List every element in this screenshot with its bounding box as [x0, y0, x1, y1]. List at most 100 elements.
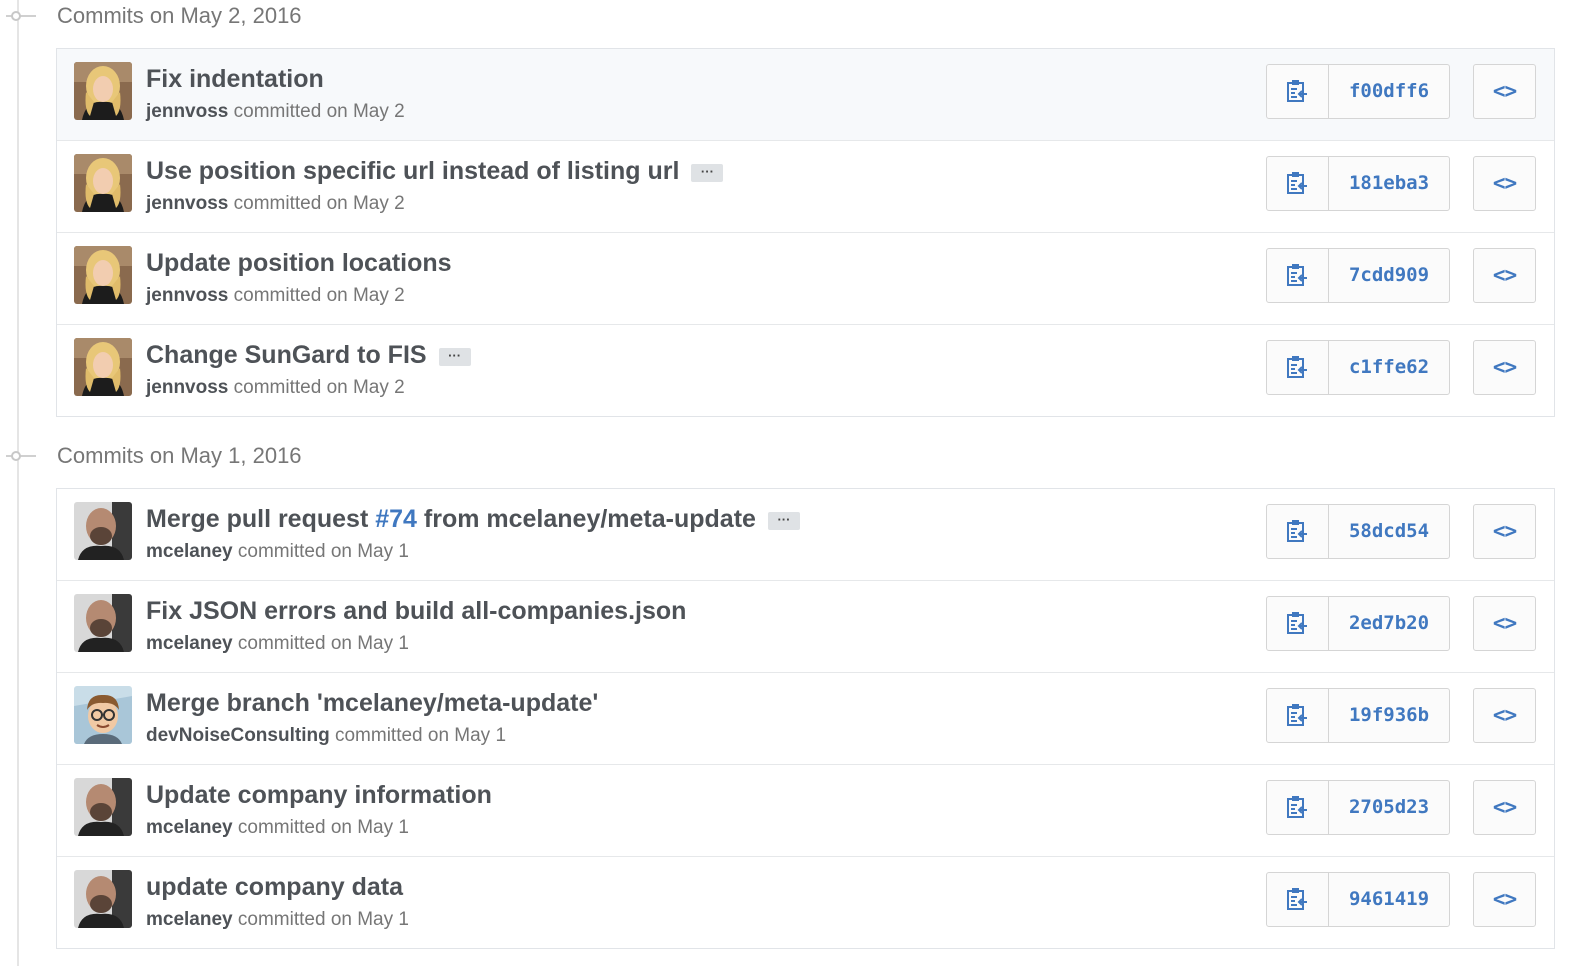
- committed-date: committed on May 1: [329, 725, 507, 746]
- commit-message: Merge pull request #74 from mcelaney/met…: [146, 504, 800, 534]
- browse-files-button[interactable]: <>: [1473, 688, 1536, 743]
- copy-sha-button[interactable]: [1267, 65, 1329, 118]
- commit-sha-link[interactable]: 2705d23: [1329, 781, 1449, 834]
- commit-row: Fix JSON errors and build all-companies.…: [57, 580, 1554, 672]
- author-link[interactable]: mcelaney: [146, 909, 233, 930]
- copy-sha-button[interactable]: [1267, 873, 1329, 926]
- author-link[interactable]: devNoiseConsulting: [146, 725, 330, 746]
- code-icon: <>: [1492, 795, 1517, 819]
- browse-files-button[interactable]: <>: [1473, 248, 1536, 303]
- commit-meta: mcelaney committed on May 1: [146, 540, 409, 564]
- commit-message: Change SunGard to FIS ···: [146, 340, 471, 370]
- commit-row: Merge pull request #74 from mcelaney/met…: [57, 489, 1554, 580]
- commit-message-text[interactable]: Fix JSON errors and build all-companies.…: [146, 597, 686, 625]
- ellipsis-icon[interactable]: ···: [438, 348, 471, 366]
- committed-date: committed on May 2: [228, 285, 405, 306]
- avatar[interactable]: [74, 870, 132, 928]
- commit-sha-link[interactable]: 9461419: [1329, 873, 1449, 926]
- commit-message-text[interactable]: Fix indentation: [146, 65, 324, 93]
- commit-message: Use position specific url instead of lis…: [146, 156, 724, 186]
- sha-button-group: 19f936b: [1266, 688, 1450, 743]
- code-icon: <>: [1492, 263, 1517, 287]
- committed-date: committed on May 1: [232, 909, 409, 930]
- commit-message: Update company information: [146, 780, 492, 810]
- commit-meta: jennvoss committed on May 2: [146, 284, 405, 308]
- commit-group-title: Commits on May 1, 2016: [57, 443, 302, 468]
- avatar[interactable]: [74, 502, 132, 560]
- author-link[interactable]: jennvoss: [146, 193, 228, 214]
- commit-meta: devNoiseConsulting committed on May 1: [146, 724, 506, 748]
- avatar[interactable]: [74, 62, 132, 120]
- commit-row: update company data mcelaney committed on…: [57, 856, 1554, 948]
- avatar[interactable]: [74, 154, 132, 212]
- commit-message-text[interactable]: Merge pull request: [146, 505, 375, 533]
- copy-sha-button[interactable]: [1267, 341, 1329, 394]
- commit-group-icon: [6, 9, 36, 23]
- commit-message-text[interactable]: Merge branch 'mcelaney/meta-update': [146, 689, 598, 717]
- author-link[interactable]: mcelaney: [146, 541, 233, 562]
- browse-files-button[interactable]: <>: [1473, 156, 1536, 211]
- commit-message-text[interactable]: Change SunGard to FIS: [146, 341, 427, 369]
- avatar[interactable]: [74, 246, 132, 304]
- commit-meta: mcelaney committed on May 1: [146, 816, 409, 840]
- browse-files-button[interactable]: <>: [1473, 340, 1536, 395]
- copy-sha-button[interactable]: [1267, 249, 1329, 302]
- avatar[interactable]: [74, 594, 132, 652]
- browse-files-button[interactable]: <>: [1473, 872, 1536, 927]
- code-icon: <>: [1492, 519, 1517, 543]
- copy-sha-button[interactable]: [1267, 157, 1329, 210]
- commit-sha-link[interactable]: 2ed7b20: [1329, 597, 1449, 650]
- sha-button-group: c1ffe62: [1266, 340, 1450, 395]
- committed-date: committed on May 1: [232, 541, 409, 562]
- commit-group-title: Commits on May 2, 2016: [57, 3, 302, 28]
- author-link[interactable]: jennvoss: [146, 377, 228, 398]
- copy-sha-button[interactable]: [1267, 781, 1329, 834]
- sha-button-group: 7cdd909: [1266, 248, 1450, 303]
- commit-row: Use position specific url instead of lis…: [57, 140, 1554, 232]
- browse-files-button[interactable]: <>: [1473, 780, 1536, 835]
- issue-link[interactable]: #74: [375, 505, 417, 533]
- commit-list: Merge pull request #74 from mcelaney/met…: [56, 488, 1555, 949]
- browse-files-button[interactable]: <>: [1473, 504, 1536, 559]
- commit-message-text[interactable]: Use position specific url instead of lis…: [146, 157, 679, 185]
- commit-sha-link[interactable]: 7cdd909: [1329, 249, 1449, 302]
- commit-message-text[interactable]: Update position locations: [146, 249, 452, 277]
- commit-message-text[interactable]: Update company information: [146, 781, 492, 809]
- commit-sha-link[interactable]: c1ffe62: [1329, 341, 1449, 394]
- author-link[interactable]: jennvoss: [146, 285, 228, 306]
- copy-sha-button[interactable]: [1267, 689, 1329, 742]
- copy-sha-button[interactable]: [1267, 505, 1329, 558]
- commit-sha-link[interactable]: 181eba3: [1329, 157, 1449, 210]
- commit-timeline: Commits on May 2, 2016 Fix indentation je…: [0, 0, 1574, 966]
- ellipsis-icon[interactable]: ···: [767, 512, 800, 530]
- author-link[interactable]: jennvoss: [146, 101, 228, 122]
- author-link[interactable]: mcelaney: [146, 633, 233, 654]
- code-icon: <>: [1492, 355, 1517, 379]
- commit-meta: mcelaney committed on May 1: [146, 632, 409, 656]
- commit-row: Update company information mcelaney commi…: [57, 764, 1554, 856]
- commit-message-text[interactable]: update company data: [146, 873, 403, 901]
- commit-list: Fix indentation jennvoss committed on May…: [56, 48, 1555, 417]
- sha-button-group: 2705d23: [1266, 780, 1450, 835]
- avatar[interactable]: [74, 338, 132, 396]
- commit-meta: jennvoss committed on May 2: [146, 192, 405, 216]
- copy-sha-button[interactable]: [1267, 597, 1329, 650]
- browse-files-button[interactable]: <>: [1473, 64, 1536, 119]
- committed-date: committed on May 2: [228, 101, 405, 122]
- commit-sha-link[interactable]: 58dcd54: [1329, 505, 1449, 558]
- sha-button-group: 58dcd54: [1266, 504, 1450, 559]
- commit-row: Update position locations jennvoss commit…: [57, 232, 1554, 324]
- commit-sha-link[interactable]: 19f936b: [1329, 689, 1449, 742]
- browse-files-button[interactable]: <>: [1473, 596, 1536, 651]
- commit-meta: jennvoss committed on May 2: [146, 100, 405, 124]
- commit-sha-link[interactable]: f00dff6: [1329, 65, 1449, 118]
- commit-message-text[interactable]: from mcelaney/meta-update: [417, 505, 756, 533]
- commit-meta: mcelaney committed on May 1: [146, 908, 409, 932]
- commit-message: Fix JSON errors and build all-companies.…: [146, 596, 686, 626]
- avatar[interactable]: [74, 686, 132, 744]
- ellipsis-icon[interactable]: ···: [691, 164, 724, 182]
- avatar[interactable]: [74, 778, 132, 836]
- author-link[interactable]: mcelaney: [146, 817, 233, 838]
- commit-message: Fix indentation: [146, 64, 324, 94]
- committed-date: committed on May 2: [228, 193, 405, 214]
